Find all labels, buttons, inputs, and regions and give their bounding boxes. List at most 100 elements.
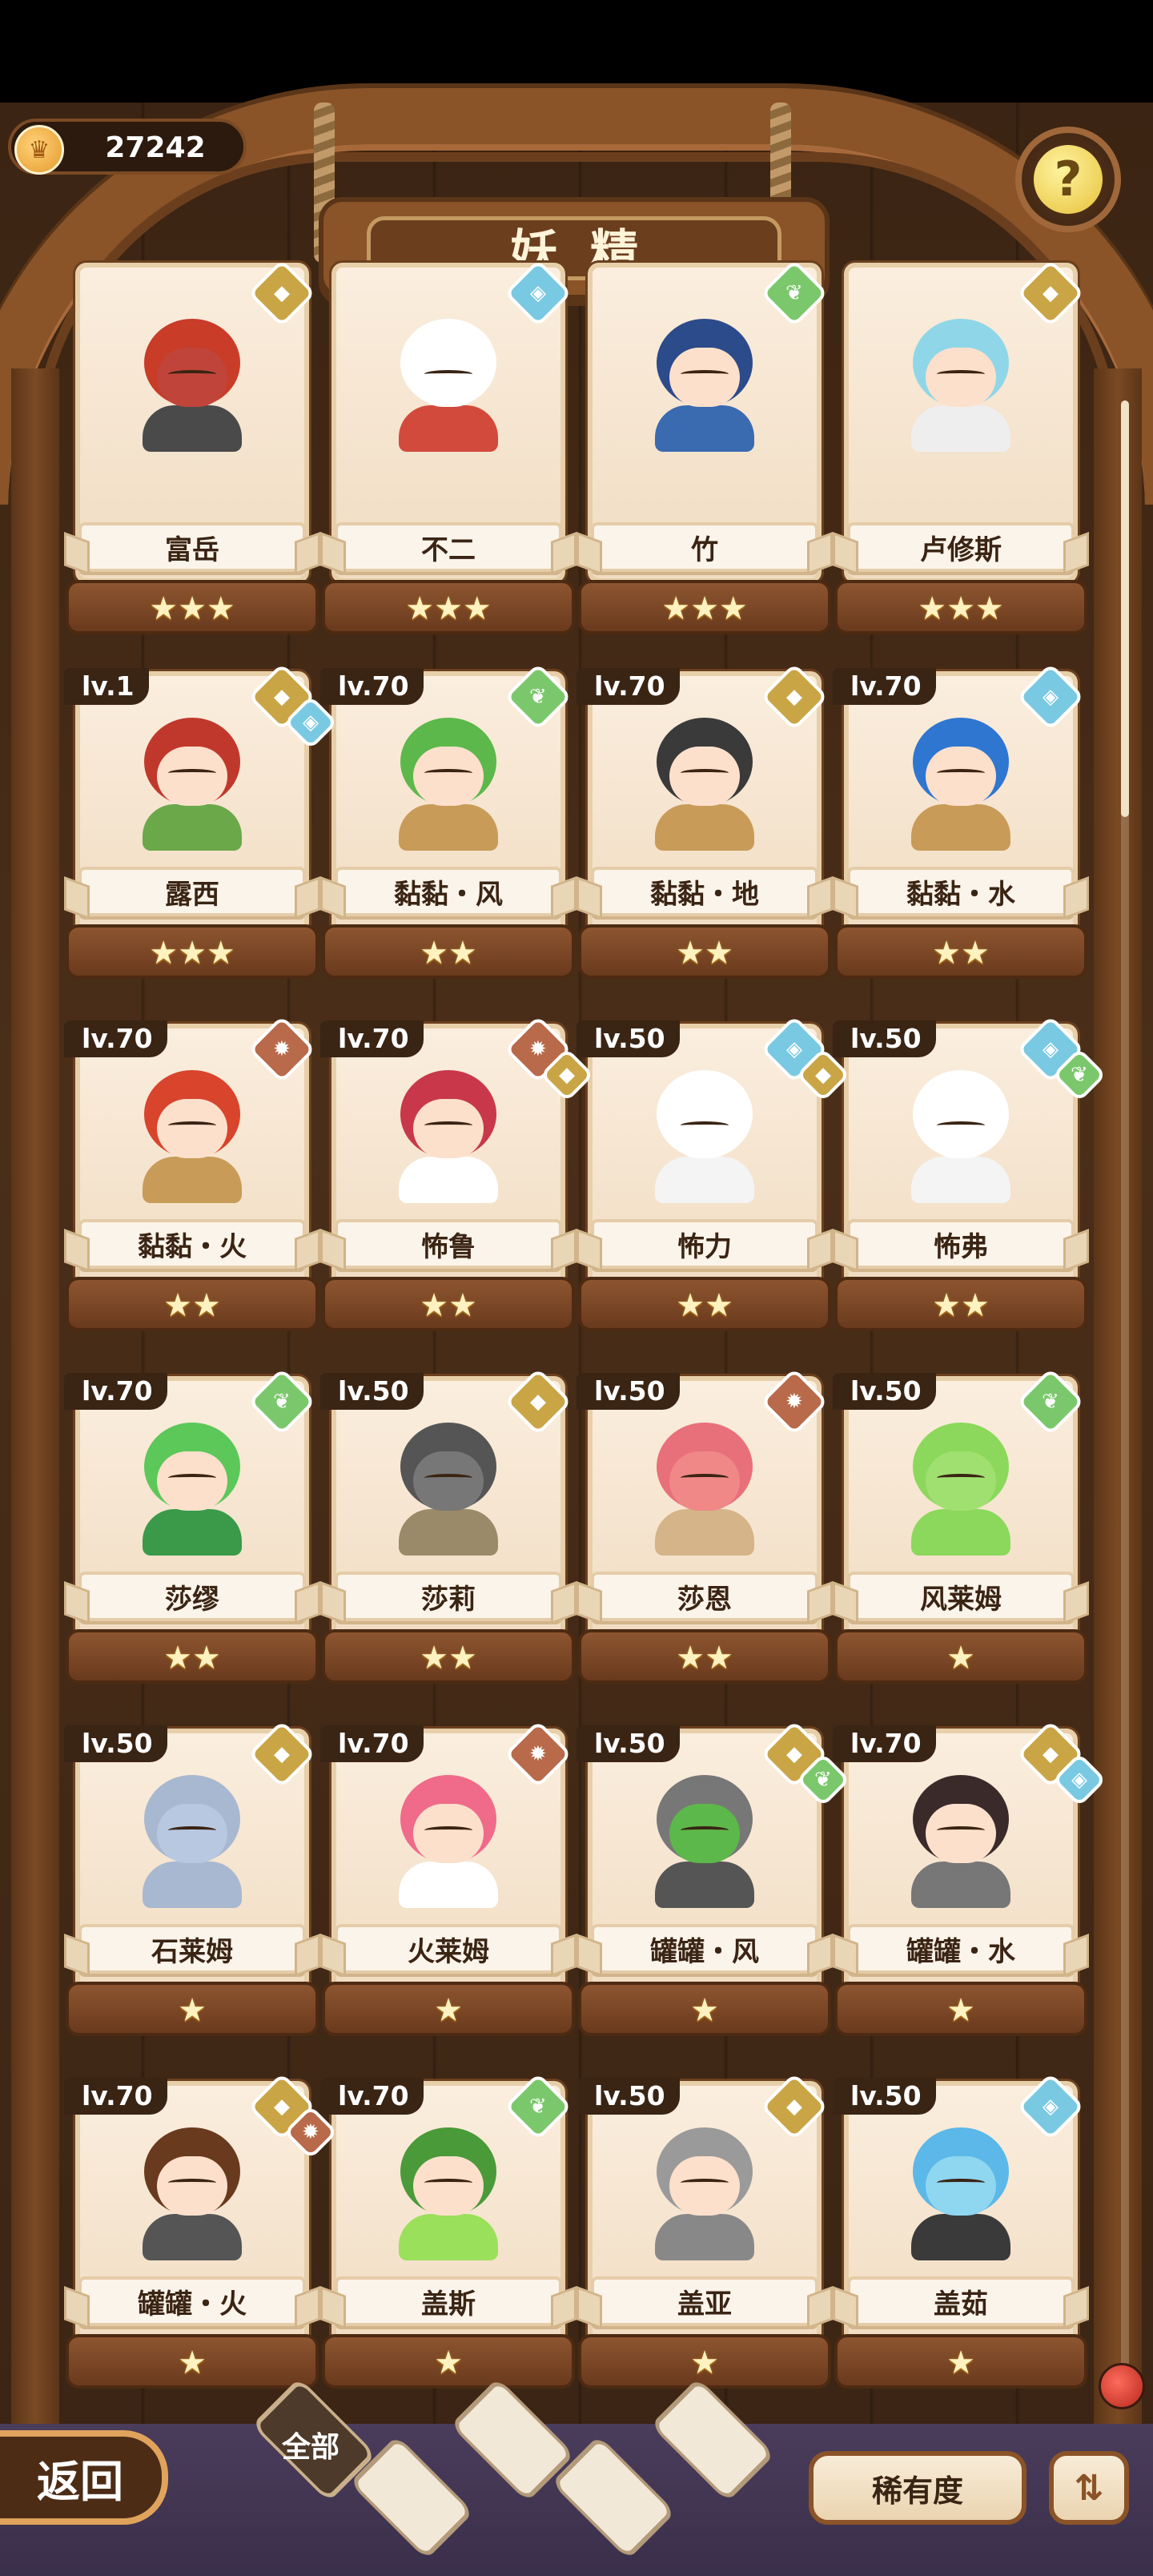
back-button[interactable]: 返回 [0, 2430, 168, 2525]
fairy-name: 莎恩 [677, 1583, 732, 1616]
fairy-card[interactable]: lv.50 ◈ ❦ 怖弗 ★★ [833, 1015, 1107, 1331]
fairy-collection-screen: 妖精 ♛ 27242 ? ◆ 富岳 ★★★ ◈ 不二 ★★★ ❦ 竹 ★★★ ◆ 卢修斯 ★★★ lv.… [0, 0, 1153, 2576]
name-ribbon: 莎莉 [335, 1572, 562, 1621]
name-ribbon: 黏黏・火 [78, 1219, 306, 1269]
rarity-stars: ★★★ [405, 590, 492, 627]
rarity-stars: ★ [178, 2345, 207, 2381]
rarity-stars: ★ [434, 1992, 463, 2029]
fairy-card[interactable]: ◆ 富岳 ★★★ [66, 259, 319, 634]
fairy-portrait [890, 1046, 1031, 1203]
fairy-card[interactable]: lv.50 ◈ 盖茹 ★ [833, 2072, 1087, 2389]
fairy-card[interactable]: lv.50 ◆ 石莱姆 ★ [64, 1720, 319, 2036]
fairy-card[interactable]: lv.50 ✹ 莎恩 ★★ [576, 1367, 831, 1684]
name-ribbon: 火莱姆 [335, 1924, 562, 1974]
fairy-card[interactable]: ❦ 竹 ★★★ [578, 259, 831, 634]
fairy-name: 火莱姆 [408, 1935, 489, 1968]
name-ribbon: 盖斯 [335, 2276, 562, 2326]
rarity-stars: ★★★ [149, 935, 235, 972]
fairy-card[interactable]: lv.70 ◈ 黏黏・水 ★★ [833, 662, 1087, 979]
name-ribbon: 黏黏・地 [591, 867, 818, 916]
fairy-portrait [634, 1751, 775, 1908]
fairy-card[interactable]: lv.70 ✹ 火莱姆 ★ [320, 1720, 575, 2036]
fairy-name: 莎莉 [421, 1583, 476, 1616]
rarity-stars: ★ [946, 2345, 975, 2381]
sort-icon: ⇅ [1074, 2467, 1104, 2509]
fairy-name: 石莱姆 [151, 1935, 233, 1968]
fairy-card[interactable]: lv.70 ◆ 黏黏・地 ★★ [576, 662, 831, 979]
fairy-portrait [122, 295, 263, 452]
fairy-card[interactable]: lv.1 ◆ ◈ 露西 ★★★ [64, 662, 338, 979]
fairy-portrait [122, 1399, 263, 1556]
name-ribbon: 莎恩 [591, 1572, 818, 1621]
name-ribbon: 盖茹 [847, 2276, 1075, 2326]
fairy-card[interactable]: lv.70 ✹ 黏黏・火 ★★ [64, 1015, 319, 1331]
rarity-stars: ★★ [676, 1640, 733, 1676]
name-ribbon: 罐罐・火 [78, 2276, 306, 2326]
rarity-stars: ★★★ [661, 590, 748, 627]
tab-all-label: 全部 [282, 2431, 340, 2464]
fairy-portrait [378, 1399, 519, 1556]
fairy-name: 盖亚 [677, 2288, 732, 2320]
ladybug-icon[interactable] [1099, 2363, 1145, 2409]
fairy-card[interactable]: lv.70 ◆ ◈ 罐罐・水 ★ [833, 1720, 1107, 2036]
fairy-portrait [890, 2103, 1031, 2260]
fairy-portrait [890, 295, 1031, 452]
name-ribbon: 竹 [591, 522, 818, 572]
fairy-card[interactable]: lv.50 ◆ 盖亚 ★ [576, 2072, 831, 2389]
fairy-card[interactable]: ◆ 卢修斯 ★★★ [834, 259, 1087, 634]
name-ribbon: 怖弗 [847, 1219, 1075, 1269]
level-badge: lv.50 [833, 1373, 936, 1410]
sort-order-button[interactable]: ⇅ [1049, 2451, 1129, 2525]
fairy-name: 盖茹 [934, 2288, 988, 2320]
fairy-portrait [378, 1046, 519, 1203]
fairy-portrait [378, 295, 519, 452]
rarity-stars: ★★ [676, 1287, 733, 1324]
fairy-name: 怖弗 [934, 1230, 988, 1263]
rarity-label: 稀有度 [871, 2473, 963, 2509]
rarity-stars: ★ [946, 1992, 975, 2029]
rarity-sort-button[interactable]: 稀有度 [809, 2451, 1026, 2525]
fairy-name: 盖斯 [421, 2288, 476, 2320]
fairy-portrait [634, 694, 775, 851]
fairy-card[interactable]: ◈ 不二 ★★★ [322, 259, 575, 634]
fairy-grid: ◆ 富岳 ★★★ ◈ 不二 ★★★ ❦ 竹 ★★★ ◆ 卢修斯 ★★★ lv.1 ◆ ◈ 露西 ★★★ lv.70… [0, 0, 1153, 2576]
rarity-stars: ★★ [932, 935, 990, 972]
fairy-card[interactable]: lv.70 ◆ ✹ 罐罐・火 ★ [64, 2072, 338, 2389]
level-badge: lv.70 [576, 668, 680, 705]
rarity-stars: ★★ [932, 1287, 990, 1324]
name-ribbon: 露西 [78, 867, 306, 916]
fairy-name: 罐罐・风 [650, 1935, 759, 1968]
fairy-portrait [122, 2103, 263, 2260]
fairy-name: 莎缪 [165, 1583, 219, 1616]
level-badge: lv.70 [64, 2078, 167, 2115]
fairy-portrait [890, 1751, 1031, 1908]
rarity-stars: ★★ [420, 1287, 477, 1324]
fairy-name: 富岳 [165, 533, 219, 566]
fairy-name: 露西 [165, 878, 219, 911]
fairy-card[interactable]: lv.50 ◈ ◆ 怖力 ★★ [576, 1015, 850, 1331]
fairy-card[interactable]: lv.50 ❦ 风莱姆 ★ [833, 1367, 1087, 1684]
rarity-stars: ★ [946, 1640, 975, 1676]
fairy-portrait [122, 1751, 263, 1908]
level-badge: lv.70 [320, 1725, 424, 1762]
fairy-name: 黏黏・地 [650, 878, 759, 911]
fairy-portrait [378, 694, 519, 851]
rarity-stars: ★★★ [918, 590, 1004, 627]
fairy-card[interactable]: lv.70 ❦ 莎缪 ★★ [64, 1367, 319, 1684]
level-badge: lv.50 [576, 2078, 680, 2115]
fairy-card[interactable]: lv.70 ❦ 黏黏・风 ★★ [320, 662, 575, 979]
fairy-card[interactable]: lv.50 ◆ ❦ 罐罐・风 ★ [576, 1720, 850, 2036]
level-badge: lv.70 [320, 2078, 424, 2115]
fairy-card[interactable]: lv.70 ✹ ◆ 怖鲁 ★★ [320, 1015, 594, 1331]
name-ribbon: 富岳 [78, 522, 306, 572]
rarity-stars: ★★ [163, 1287, 221, 1324]
fairy-name: 罐罐・水 [906, 1935, 1015, 1968]
level-badge: lv.70 [833, 1725, 936, 1762]
rarity-stars: ★★ [163, 1640, 221, 1676]
name-ribbon: 盖亚 [591, 2276, 818, 2326]
name-ribbon: 罐罐・风 [591, 1924, 818, 1974]
fairy-card[interactable]: lv.50 ◆ 莎莉 ★★ [320, 1367, 575, 1684]
fairy-name: 不二 [421, 533, 476, 566]
name-ribbon: 怖力 [591, 1219, 818, 1269]
fairy-card[interactable]: lv.70 ❦ 盖斯 ★ [320, 2072, 575, 2389]
